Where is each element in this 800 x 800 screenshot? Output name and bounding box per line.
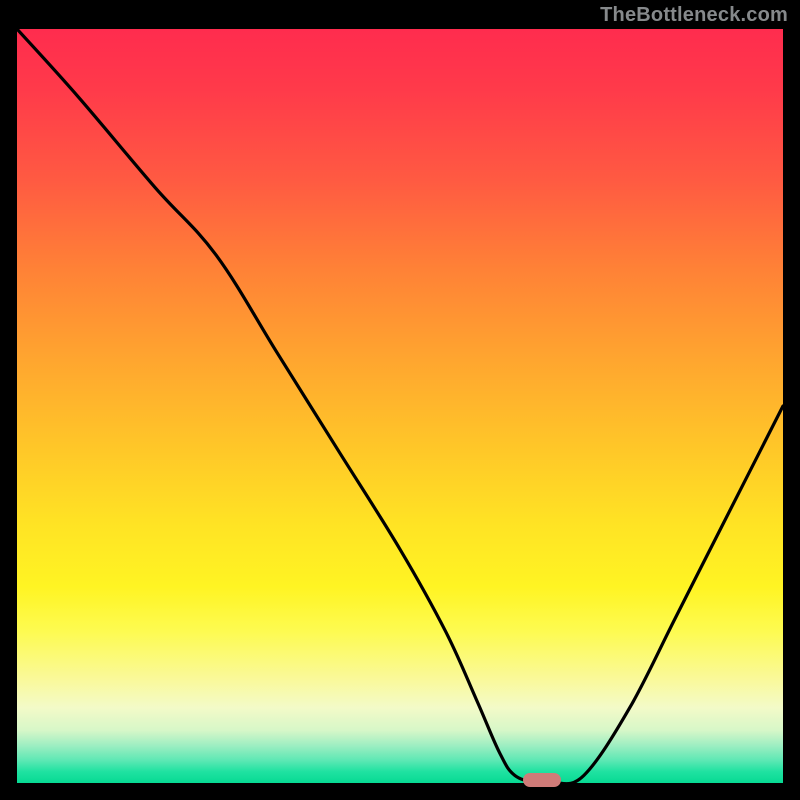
optimum-marker [523,773,561,787]
plot-area [14,26,786,786]
curve-path [17,29,783,783]
watermark-text: TheBottleneck.com [600,4,788,27]
bottleneck-curve [17,29,783,783]
